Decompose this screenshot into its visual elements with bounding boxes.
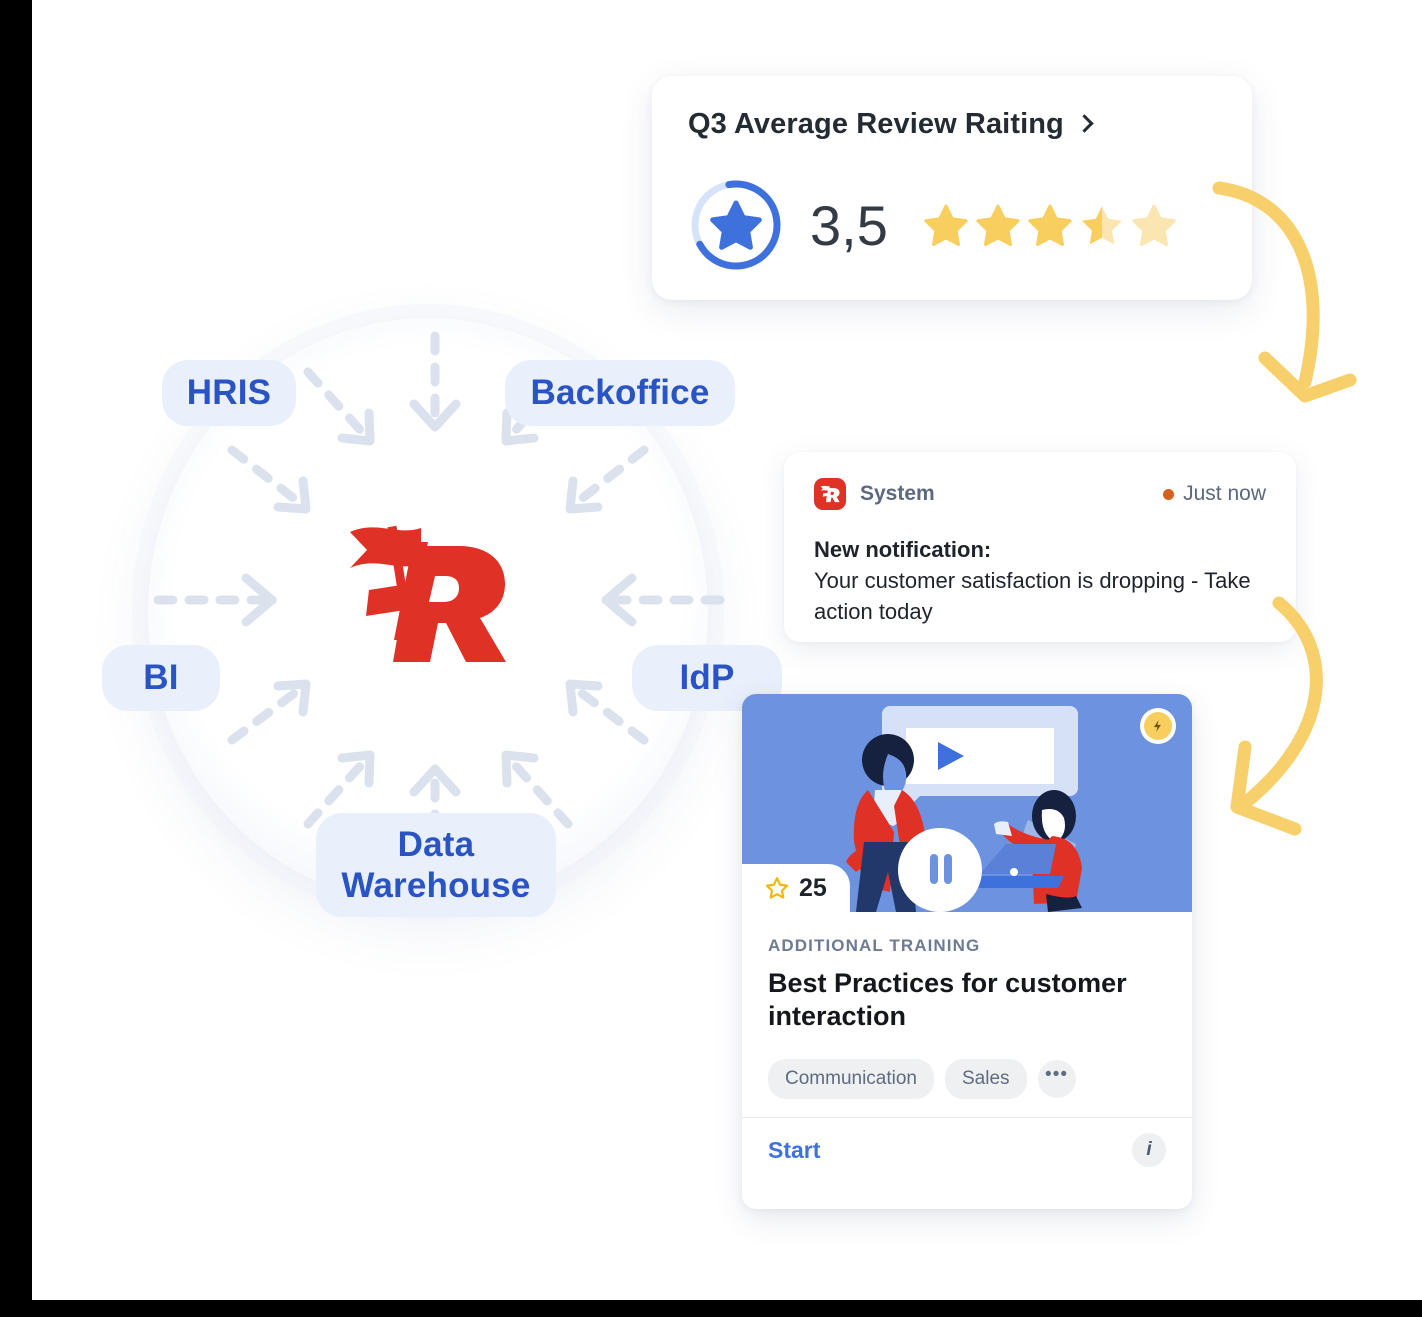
notification-heading: New notification: [814,537,992,562]
page-canvas: HRIS Backoffice BI IdP Data Warehouse Q3… [32,0,1422,1300]
curved-arrow-down-icon [1212,181,1357,403]
hub-node-label-line2: Warehouse [341,866,531,905]
notification-source-label: System [860,482,935,505]
review-rating-card[interactable]: Q3 Average Review Raiting 3,5 [652,76,1252,300]
star-icon-full [976,204,1020,246]
notification-source: System [814,478,935,510]
start-button[interactable]: Start [768,1137,820,1164]
hub-node-label-line1: Data [397,824,475,864]
notification-body: New notification: Your customer satisfac… [814,534,1266,628]
flag-r-app-icon [814,478,846,510]
rating-card-header[interactable]: Q3 Average Review Raiting [688,108,1216,141]
pause-icon [930,854,938,884]
integrations-hub-diagram: HRIS Backoffice BI IdP Data Warehouse [102,300,782,940]
star-rating [922,201,1178,249]
hub-node-label: IdP [679,658,735,698]
notification-time-label: Just now [1183,482,1266,505]
hub-node-bi[interactable]: BI [102,645,220,711]
training-card-body: ADDITIONAL TRAINING Best Practices for c… [742,912,1192,1117]
training-card[interactable]: 25 ADDITIONAL TRAINING Best Practices fo… [742,694,1192,1209]
chevron-right-icon[interactable] [1075,114,1094,133]
notification-timestamp: Just now [1163,482,1266,506]
bolt-inner-circle [1144,712,1172,740]
training-tags: Communication Sales ••• [768,1058,1166,1099]
hub-node-label: Backoffice [530,373,710,413]
training-title: Best Practices for customer interaction [768,968,1127,1032]
notification-header: System Just now [814,478,1266,510]
info-icon[interactable]: i [1132,1133,1166,1168]
screenshot-frame: HRIS Backoffice BI IdP Data Warehouse Q3… [0,0,1422,1317]
flag-r-logo [350,525,506,662]
star-icon-full [924,204,968,246]
ellipsis-icon[interactable]: ••• [1037,1059,1076,1098]
curved-arrow-down-left-icon [1230,596,1323,836]
lightning-bolt-icon[interactable] [1140,708,1176,744]
rating-value: 3,5 [810,193,888,257]
star-icon-empty [1132,204,1176,246]
hub-node-backoffice[interactable]: Backoffice [505,360,735,426]
tag-chip[interactable]: Sales [945,1058,1027,1099]
training-kicker: ADDITIONAL TRAINING [768,936,981,955]
hub-node-hris[interactable]: HRIS [162,360,296,426]
star-icon-full [1028,204,1072,246]
hub-node-label: BI [143,658,179,698]
points-count: 25 [799,873,827,902]
training-hero-image[interactable]: 25 [742,694,1192,912]
hub-node-label: HRIS [186,373,272,413]
rating-values-row: 3,5 [688,177,1216,273]
star-badge-icon [688,177,784,273]
hub-node-data-warehouse[interactable]: Data Warehouse [316,813,556,917]
star-icon-half [1081,206,1122,245]
notification-message: Your customer satisfaction is dropping -… [814,568,1251,625]
points-badge: 25 [742,864,850,912]
training-card-footer: Start i [742,1116,1192,1183]
unread-dot-icon [1163,488,1175,500]
tag-chip[interactable]: Communication [768,1058,934,1099]
page-title: Q3 Average Review Raiting [688,108,1064,140]
star-outline-icon [765,877,789,899]
